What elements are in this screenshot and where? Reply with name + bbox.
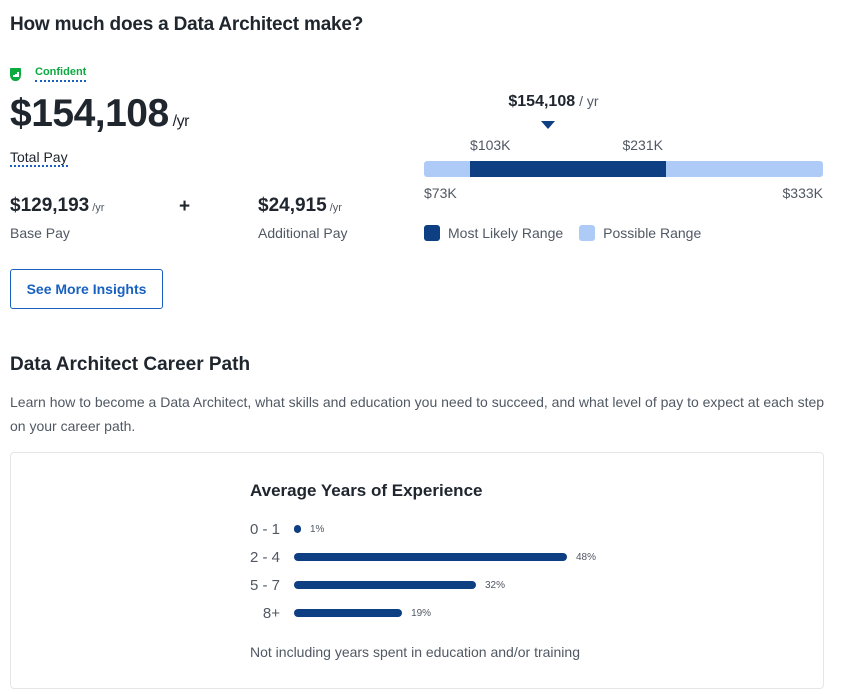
experience-row: 8+ 19%: [240, 603, 431, 623]
experience-category-label: 0 - 1: [249, 520, 280, 538]
base-pay: $129,193 /yr Base Pay: [10, 195, 104, 241]
additional-pay-value: $24,915: [258, 195, 327, 216]
experience-chart-note: Not including years spent in education a…: [250, 644, 580, 660]
experience-category-label: 8+: [262, 604, 280, 622]
total-pay-unit: /yr: [172, 113, 190, 130]
additional-pay-unit: /yr: [329, 202, 342, 214]
likely-range-max-label: $231K: [622, 137, 663, 153]
legend-possible: Possible Range: [579, 225, 701, 241]
experience-bar: [294, 609, 403, 617]
experience-category-label: 2 - 4: [249, 548, 280, 566]
confidence-label[interactable]: Confident: [35, 66, 87, 82]
median-marker-icon: [541, 121, 556, 129]
additional-pay: $24,915 /yr Additional Pay: [258, 195, 348, 241]
likely-range-min-label: $103K: [470, 137, 511, 153]
experience-bar: [294, 553, 567, 561]
legend-label-most-likely: Most Likely Range: [448, 225, 564, 241]
plus-sign: +: [179, 196, 191, 217]
legend-label-possible: Possible Range: [603, 225, 702, 241]
career-path-heading: Data Architect Career Path: [10, 354, 251, 375]
experience-bar: [294, 581, 476, 589]
shield-bar-chart-icon: [10, 67, 21, 81]
possible-range-bar: [424, 161, 823, 177]
median-pay-label: $154,108 / yr: [508, 93, 598, 111]
likely-range-bar: [470, 161, 667, 177]
experience-row: 0 - 1 1%: [240, 519, 324, 539]
legend-swatch-most-likely: [424, 225, 440, 241]
career-path-description: Learn how to become a Data Architect, wh…: [10, 394, 825, 434]
experience-chart-title: Average Years of Experience: [250, 481, 483, 500]
legend-most-likely: Most Likely Range: [424, 225, 563, 241]
median-pay-unit: / yr: [579, 93, 599, 109]
total-pay-label[interactable]: Total Pay: [10, 149, 68, 167]
median-pay-value: $154,108: [508, 93, 576, 110]
possible-range-min-label: $73K: [424, 185, 457, 201]
total-pay-value: $154,108: [10, 92, 169, 135]
salary-heading: How much does a Data Architect make?: [10, 14, 364, 35]
experience-row: 5 - 7 32%: [240, 575, 505, 595]
base-pay-value: $129,193: [10, 195, 90, 216]
base-pay-label: Base Pay: [10, 225, 70, 241]
experience-category-label: 5 - 7: [249, 576, 280, 594]
experience-value-label: 19%: [411, 607, 432, 619]
experience-value-label: 1%: [310, 523, 325, 535]
additional-pay-label: Additional Pay: [258, 225, 348, 241]
experience-row: 2 - 4 48%: [240, 547, 596, 567]
total-pay-amount: $154,108 /yr: [10, 92, 189, 136]
base-pay-unit: /yr: [92, 202, 105, 214]
confidence-indicator[interactable]: Confident: [10, 66, 87, 82]
experience-value-label: 32%: [485, 579, 506, 591]
see-more-insights-button[interactable]: See More Insights: [10, 269, 163, 309]
possible-range-max-label: $333K: [782, 185, 823, 201]
experience-value-label: 48%: [576, 551, 597, 563]
legend-swatch-possible: [579, 225, 596, 241]
range-legend: Most Likely Range Possible Range: [424, 225, 717, 241]
experience-bar: [294, 525, 301, 533]
